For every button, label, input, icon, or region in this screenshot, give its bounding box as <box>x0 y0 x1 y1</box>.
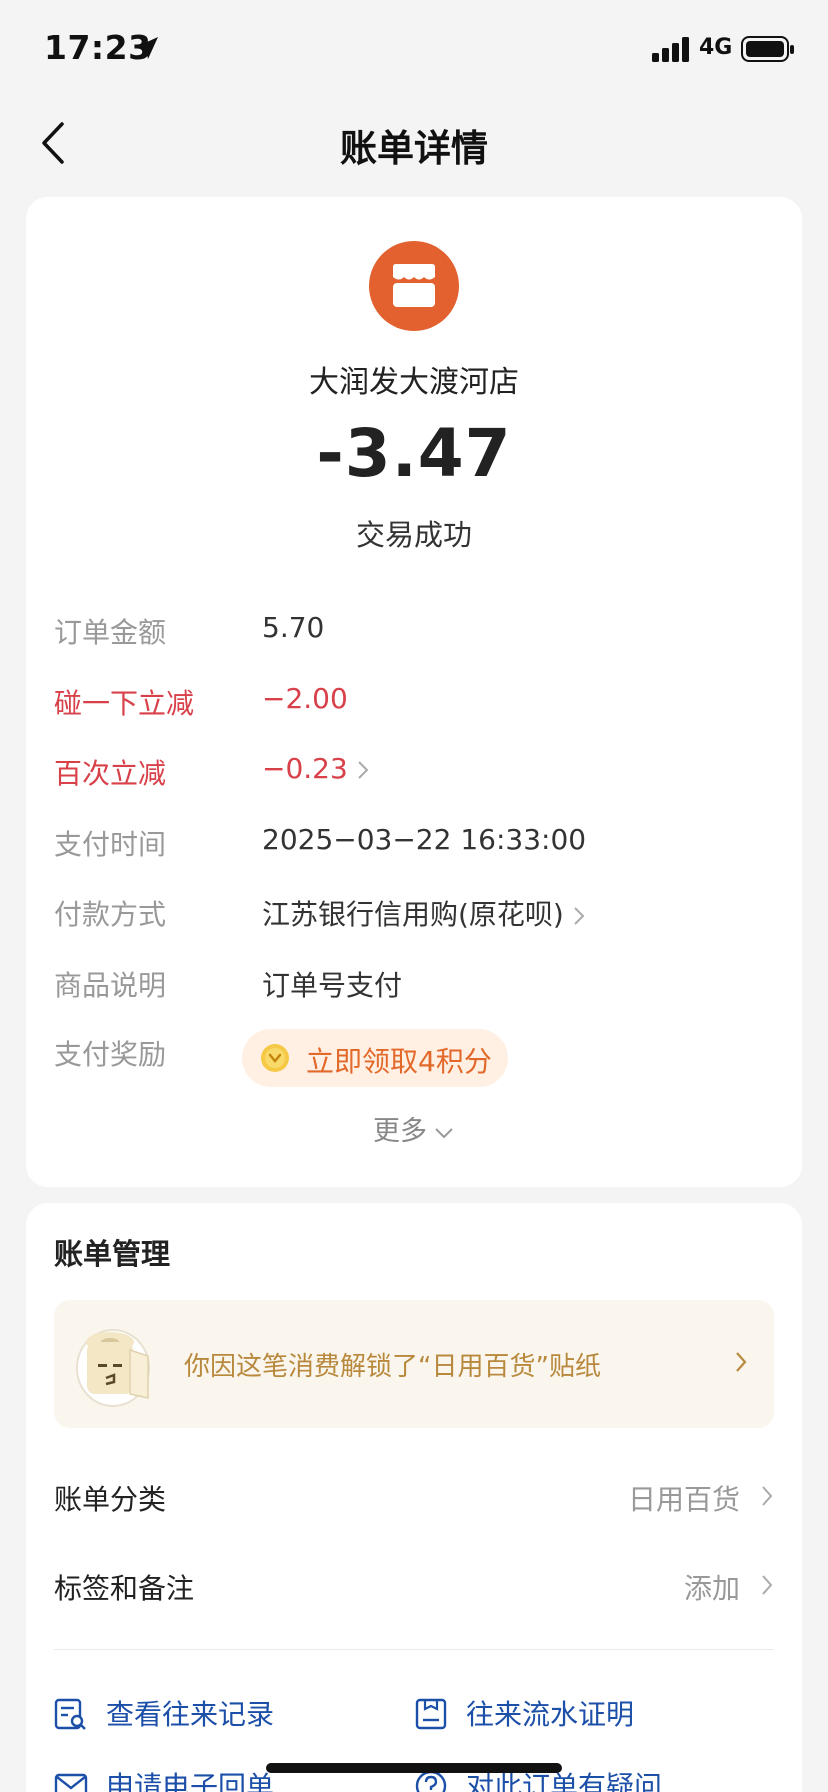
home-indicator <box>266 1763 562 1773</box>
transaction-amount: -3.47 <box>316 415 512 492</box>
row-label: 支付奖励 <box>54 1038 167 1071</box>
bill-category-row[interactable]: 账单分类 日用百货 <box>54 1478 774 1528</box>
row-value: 5.70 <box>262 611 325 644</box>
store-icon <box>369 241 459 331</box>
link-label: 查看往来记录 <box>106 1698 275 1731</box>
row-label: 商品说明 <box>54 969 167 1002</box>
link-label: 申请电子回单 <box>106 1770 275 1792</box>
row-value: 添加 <box>683 1572 740 1605</box>
battery-icon <box>741 36 794 62</box>
chevron-down-icon <box>435 1127 453 1138</box>
section-title: 账单管理 <box>54 1237 171 1271</box>
network-type: 4G <box>699 35 733 60</box>
chevron-right-icon <box>762 1575 773 1595</box>
location-arrow-icon <box>136 37 158 59</box>
detail-row-description: 商品说明 订单号支付 <box>54 964 774 1008</box>
row-value: 江苏银行信用购(原花呗) <box>262 893 586 933</box>
more-label: 更多 <box>373 1116 427 1147</box>
row-value: −0.23 <box>262 752 370 785</box>
signal-icon <box>652 36 692 62</box>
record-search-icon <box>54 1698 86 1730</box>
chevron-right-icon <box>574 907 585 925</box>
status-bar: 17:23 4G <box>0 0 828 100</box>
chevron-right-icon <box>762 1486 773 1506</box>
mail-icon <box>54 1773 88 1792</box>
link-label: 往来流水证明 <box>466 1698 635 1731</box>
detail-row-pay-method[interactable]: 付款方式 江苏银行信用购(原花呗) <box>54 893 774 937</box>
detail-row-tap-discount: 碰一下立减 −2.00 <box>54 682 774 726</box>
document-icon <box>415 1698 447 1730</box>
banner-text: 你因这笔消费解锁了“日用百货”贴纸 <box>184 1352 601 1382</box>
detail-row-pay-time: 支付时间 2025−03−22 16:33:00 <box>54 823 774 867</box>
tissue-roll-sticker-icon <box>76 1329 150 1407</box>
points-coin-icon <box>261 1044 289 1072</box>
reward-label: 立即领取4积分 <box>306 1045 492 1078</box>
detail-row-order-amount: 订单金额 5.70 <box>54 611 774 655</box>
more-button[interactable]: 更多 <box>26 1109 802 1148</box>
row-label: 碰一下立减 <box>54 687 195 720</box>
tags-notes-row[interactable]: 标签和备注 添加 <box>54 1567 774 1617</box>
bill-management-card: 账单管理 你因这笔消费解锁了“日用百货”贴纸 账单分类 日用百货 标签和备注 添… <box>26 1203 802 1792</box>
detail-row-hundred-discount[interactable]: 百次立减 −0.23 <box>54 752 774 796</box>
transaction-status: 交易成功 <box>355 518 472 552</box>
row-value: 2025−03−22 16:33:00 <box>262 823 587 856</box>
sticker-unlock-banner[interactable]: 你因这笔消费解锁了“日用百货”贴纸 <box>54 1300 774 1428</box>
row-label: 账单分类 <box>54 1483 167 1516</box>
row-value: 订单号支付 <box>262 969 403 1002</box>
row-label: 标签和备注 <box>54 1572 195 1605</box>
row-value: −2.00 <box>262 682 348 715</box>
page-title: 账单详情 <box>340 127 488 170</box>
claim-points-button[interactable]: 立即领取4积分 <box>242 1029 508 1087</box>
chevron-right-icon <box>736 1352 747 1372</box>
row-label: 订单金额 <box>54 616 167 649</box>
merchant-name: 大润发大渡河店 <box>309 365 519 400</box>
row-label: 付款方式 <box>54 898 167 931</box>
row-value: 日用百货 <box>627 1483 740 1516</box>
nav-bar: 账单详情 <box>0 100 828 190</box>
chevron-right-icon <box>358 761 369 779</box>
row-label: 百次立减 <box>54 757 167 790</box>
divider <box>54 1649 774 1650</box>
row-label: 支付时间 <box>54 828 167 861</box>
bill-detail-card: 大润发大渡河店 -3.47 交易成功 订单金额 5.70 碰一下立减 −2.00… <box>26 197 802 1187</box>
